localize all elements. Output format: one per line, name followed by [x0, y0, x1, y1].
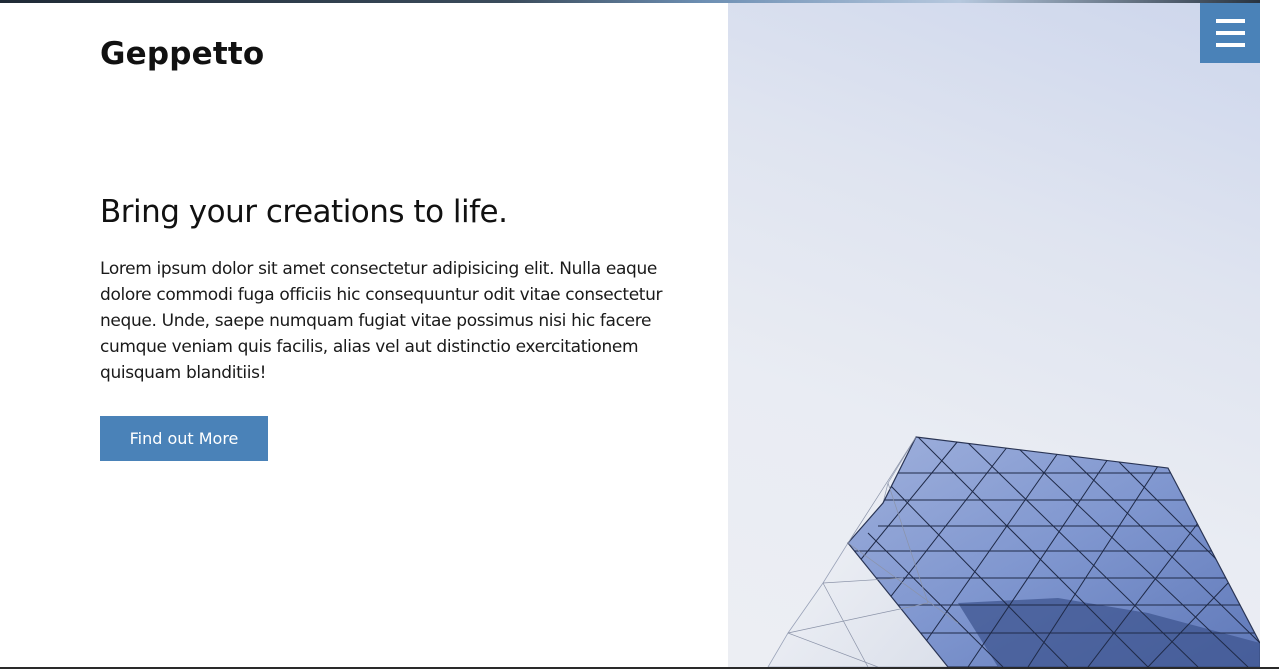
right-margin — [1260, 0, 1279, 669]
hero-image — [728, 3, 1260, 667]
find-out-more-button[interactable]: Find out More — [100, 416, 268, 461]
hero-description: Lorem ipsum dolor sit amet consectetur a… — [100, 259, 663, 383]
site-logo[interactable]: Geppetto — [100, 36, 264, 72]
landing-page: Geppetto Bring your creations to life. L… — [0, 0, 1279, 669]
menu-button[interactable] — [1200, 3, 1260, 63]
hero-headline: Bring your creations to life. — [100, 194, 508, 230]
glass-building-illustration — [767, 436, 1260, 667]
